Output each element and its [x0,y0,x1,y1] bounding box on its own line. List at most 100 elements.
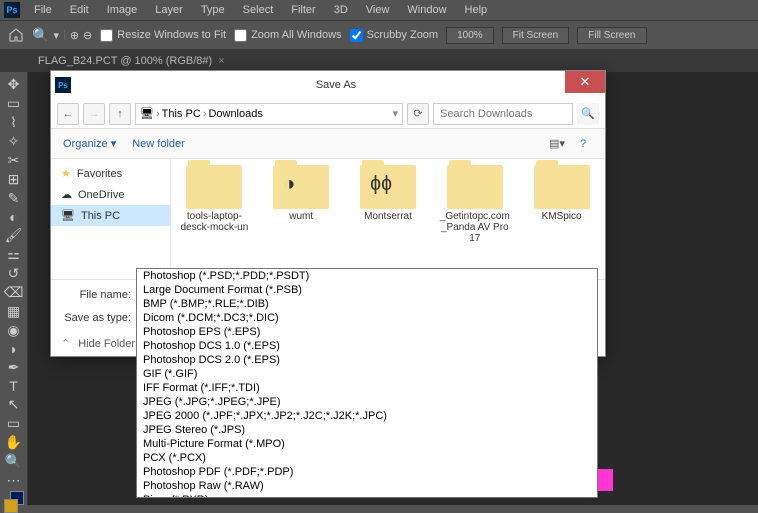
dialog-nav-bar: ← → ↑ 🖥 › This PC › Downloads ▾ ⟳ 🔍 [51,99,605,129]
magic-wand-tool[interactable]: ✧ [3,133,25,150]
zoom-100-button[interactable]: 100% [446,27,494,44]
filename-label: File name: [61,289,131,301]
format-option[interactable]: Photoshop Raw (*.RAW) [137,479,597,493]
folder-item[interactable]: ɸɸMontserrat [353,165,424,273]
format-option[interactable]: Photoshop DCS 2.0 (*.EPS) [137,353,597,367]
format-option[interactable]: Dicom (*.DCM;*.DC3;*.DIC) [137,311,597,325]
home-icon[interactable] [8,27,24,43]
format-dropdown: Photoshop (*.PSD;*.PDD;*.PSDT)Large Docu… [136,268,598,498]
brush-tool[interactable]: 🖌 [3,227,25,244]
menu-image[interactable]: Image [99,2,146,18]
format-option[interactable]: Multi-Picture Format (*.MPO) [137,437,597,451]
fit-screen-button[interactable]: Fit Screen [502,27,570,44]
hand-tool[interactable]: ✋ [3,434,25,451]
menu-layer[interactable]: Layer [147,2,191,18]
dialog-title: Save As [71,79,601,91]
pen-tool[interactable]: ✒ [3,359,25,376]
close-dialog-button[interactable]: ✕ [565,71,605,93]
zoom-tool[interactable]: 🔍 [3,453,25,470]
format-option[interactable]: Photoshop DCS 1.0 (*.EPS) [137,339,597,353]
folder-item[interactable]: KMSpico [526,165,597,273]
gradient-tool[interactable]: ▦ [3,303,25,320]
fill-screen-button[interactable]: Fill Screen [577,27,646,44]
folder-item[interactable]: _Getintopc.com_Panda AV Pro 17 [439,165,510,273]
zoom-tool-icon[interactable]: 🔍 [32,27,49,44]
menu-view[interactable]: View [358,2,398,18]
dialog-app-icon: Ps [55,77,71,93]
folder-item[interactable]: tools-laptop-desck-mock-un [179,165,250,273]
edit-toolbar[interactable]: ⋯ [3,472,25,489]
help-button[interactable]: ? [573,134,593,154]
eyedropper-tool[interactable]: ✎ [3,190,25,207]
eraser-tool[interactable]: ⌫ [3,284,25,301]
folder-item[interactable]: ◑wumt [266,165,337,273]
menu-window[interactable]: Window [399,2,454,18]
refresh-button[interactable]: ⟳ [407,103,429,125]
pc-icon: 🖥 [140,107,154,120]
organize-button[interactable]: Organize ▾ [63,137,116,150]
sidebar-item-this-pc[interactable]: 🖥This PC [51,205,170,226]
nav-pane: ★Favorites☁OneDrive🖥This PC [51,159,171,279]
format-option[interactable]: Photoshop EPS (*.EPS) [137,325,597,339]
format-option[interactable]: BMP (*.BMP;*.RLE;*.DIB) [137,297,597,311]
chevron-down-icon[interactable]: ▾ [53,29,59,42]
document-tab-strip: FLAG_B24.PCT @ 100% (RGB/8#)× [0,50,758,72]
document-tab[interactable]: FLAG_B24.PCT @ 100% (RGB/8#)× [28,51,235,71]
zoom-all-checkbox[interactable]: Zoom All Windows [234,29,341,42]
path-tool[interactable]: ↖ [3,396,25,413]
file-list: tools-laptop-desck-mock-un◑wumtɸɸMontser… [171,159,605,279]
shape-tool[interactable]: ▭ [3,415,25,432]
menu-edit[interactable]: Edit [62,2,97,18]
clone-tool[interactable]: ⚍ [3,246,25,263]
history-brush-tool[interactable]: ↺ [3,265,25,282]
format-option[interactable]: Large Document Format (*.PSB) [137,283,597,297]
format-option[interactable]: Pixar (*.PXR) [137,493,597,498]
menu-type[interactable]: Type [193,2,233,18]
format-option[interactable]: PCX (*.PCX) [137,451,597,465]
app-logo: Ps [4,2,20,18]
move-tool[interactable]: ✥ [3,76,25,93]
zoom-out-icon[interactable]: ⊖ [83,29,92,42]
format-option[interactable]: GIF (*.GIF) [137,367,597,381]
format-option[interactable]: JPEG 2000 (*.JPF;*.JPX;*.JP2;*.J2C;*.J2K… [137,409,597,423]
tool-panel: ✥ ▭ ⌇ ✧ ✂ ⊞ ✎ ◐ 🖌 ⚍ ↺ ⌫ ▦ ◉ ◗ ✒ T ↖ ▭ ✋ … [0,72,28,505]
dialog-toolbar: Organize ▾ New folder ▤▾ ? [51,129,605,159]
nav-back-button[interactable]: ← [57,103,79,125]
healing-tool[interactable]: ◐ [3,209,25,225]
lasso-tool[interactable]: ⌇ [3,114,25,131]
format-option[interactable]: Photoshop (*.PSD;*.PDD;*.PSDT) [137,269,597,283]
dodge-tool[interactable]: ◗ [3,341,25,357]
format-option[interactable]: IFF Format (*.IFF;*.TDI) [137,381,597,395]
menu-file[interactable]: File [26,2,60,18]
blur-tool[interactable]: ◉ [3,322,25,339]
close-tab-icon[interactable]: × [218,55,224,67]
zoom-in-icon[interactable]: ⊕ [70,29,79,42]
type-tool[interactable]: T [3,378,25,394]
menu-3d[interactable]: 3D [326,2,356,18]
nav-up-button[interactable]: ↑ [109,103,131,125]
menu-bar: Ps File Edit Image Layer Type Select Fil… [0,0,758,20]
options-bar: 🔍 ▾ | ⊕ ⊖ Resize Windows to Fit Zoom All… [0,20,758,50]
marquee-tool[interactable]: ▭ [3,95,25,112]
saveastype-label: Save as type: [61,312,131,324]
search-input[interactable] [433,103,573,125]
frame-tool[interactable]: ⊞ [3,171,25,188]
new-folder-button[interactable]: New folder [132,138,185,150]
menu-select[interactable]: Select [235,2,282,18]
sidebar-item-favorites[interactable]: ★Favorites [51,163,170,184]
scrubby-zoom-checkbox[interactable]: Scrubby Zoom [350,29,439,42]
resize-windows-checkbox[interactable]: Resize Windows to Fit [100,29,226,42]
menu-filter[interactable]: Filter [283,2,323,18]
crop-tool[interactable]: ✂ [3,152,25,169]
hide-folders-button[interactable]: Hide Folders [78,338,140,350]
address-bar[interactable]: 🖥 › This PC › Downloads ▾ [135,103,403,125]
search-icon[interactable]: 🔍 [577,103,599,125]
sidebar-item-onedrive[interactable]: ☁OneDrive [51,184,170,205]
format-option[interactable]: JPEG Stereo (*.JPS) [137,423,597,437]
format-option[interactable]: JPEG (*.JPG;*.JPEG;*.JPE) [137,395,597,409]
nav-forward-button[interactable]: → [83,103,105,125]
menu-help[interactable]: Help [457,2,496,18]
format-option[interactable]: Photoshop PDF (*.PDF;*.PDP) [137,465,597,479]
view-options-button[interactable]: ▤▾ [547,134,567,154]
color-swatch[interactable] [4,499,24,505]
